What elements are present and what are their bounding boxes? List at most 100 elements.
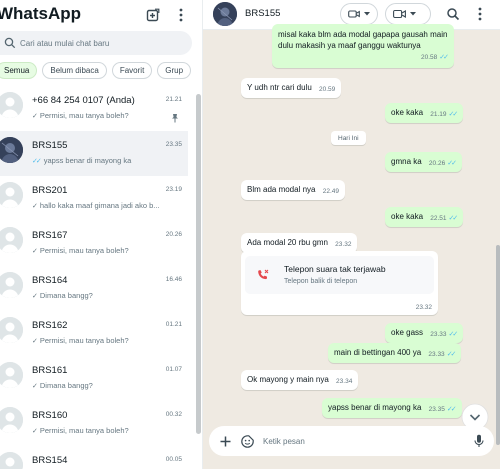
chat-name: BRS154	[32, 455, 68, 466]
double-check-icon: ✓✓	[446, 351, 457, 358]
chat-name: BRS164	[32, 275, 68, 286]
message-meta: 23.33 ✓✓	[428, 350, 457, 358]
message-bubble-outgoing[interactable]: oke kaka 22.51 ✓✓	[385, 207, 464, 227]
chat-preview: ✓ Dimana bangg?	[32, 381, 177, 390]
message-text: yapss benar di mayong ka	[328, 403, 422, 412]
filter-chip-groups[interactable]: Grup	[157, 62, 192, 79]
message-bubble-outgoing[interactable]: yapss benar di mayong ka 23.35 ✓✓	[322, 398, 462, 418]
message-text: Y udh ntr cari dulu	[247, 83, 312, 92]
message-time: 22.51	[430, 215, 447, 222]
message-time: 20.59	[319, 86, 336, 93]
chat-list-item[interactable]: BRS167 20.26 ✓ Permisi, mau tanya boleh?	[0, 221, 188, 266]
message-bubble-outgoing[interactable]: misal kaka blm ada modal gapapa gausah m…	[272, 24, 454, 68]
filter-chip-all[interactable]: Semua	[0, 62, 38, 79]
new-chat-icon	[146, 8, 160, 22]
double-check-icon: ✓✓	[439, 54, 449, 61]
chat-list-item[interactable]: BRS154 00.05	[0, 446, 188, 469]
default-avatar-icon	[0, 317, 23, 343]
chat-list-scrollbar[interactable]	[196, 94, 201, 434]
message-bubble-outgoing[interactable]: oke kaka 21.19 ✓✓	[385, 103, 464, 123]
message-bubble-incoming[interactable]: Y udh ntr cari dulu 20.59	[241, 78, 342, 98]
avatar[interactable]	[0, 92, 23, 118]
chat-list-item[interactable]: BRS162 01.21 ✓ Permisi, mau tanya boleh?	[0, 311, 188, 356]
message-meta: 22.49	[323, 188, 339, 195]
chat-list-item[interactable]: BRS155 23.35 ✓✓ yapss benar di mayong ka	[0, 131, 188, 176]
missed-call-title: Telepon suara tak terjawab	[284, 264, 386, 274]
check-icon: ✓	[32, 428, 38, 435]
chat-list-item[interactable]: BRS160 00.32 ✓ Permisi, mau tanya boleh?	[0, 401, 188, 446]
search-messages-button[interactable]	[444, 5, 462, 23]
avatar[interactable]	[0, 272, 23, 298]
attach-button[interactable]	[217, 433, 233, 449]
chat-list-item[interactable]: +66 84 254 0107 (Anda) 21.21 ✓ Permisi, mau…	[0, 86, 188, 131]
avatar[interactable]	[0, 137, 23, 163]
avatar[interactable]	[0, 362, 23, 388]
chat-preview-text: Permisi, mau tanya boleh?	[39, 426, 129, 435]
double-check-icon: ✓✓	[447, 160, 457, 167]
chat-list-item[interactable]: BRS201 23.19 ✓ hallo kaka maaf gimana jadi …	[0, 176, 188, 221]
chat-name: BRS201	[32, 185, 68, 196]
voice-call-dropdown[interactable]	[385, 3, 431, 25]
message-meta: 23.32	[335, 241, 351, 248]
message-composer	[203, 424, 500, 460]
missed-call-card[interactable]: Telepon suara tak terjawab Telepon balik…	[241, 251, 438, 315]
avatar[interactable]	[0, 407, 23, 433]
video-call-dropdown[interactable]	[340, 3, 378, 25]
chat-list-item[interactable]: BRS161 01.07 ✓ Dimana bangg?	[0, 356, 188, 401]
chat-preview: ✓ Permisi, mau tanya boleh?	[32, 246, 177, 255]
message-meta: 20.58 ✓✓	[420, 52, 449, 63]
message-bubble-outgoing[interactable]: gmna ka 20.26 ✓✓	[385, 152, 462, 172]
message-text: Ada modal 20 rbu gmn	[247, 238, 328, 247]
new-chat-button[interactable]	[143, 5, 163, 25]
contact-avatar[interactable]	[213, 2, 237, 26]
chat-name: BRS160	[32, 410, 68, 421]
message-bubble-incoming[interactable]: Blm ada modal nya 22.49	[241, 180, 345, 200]
message-bubble-outgoing[interactable]: main di bettingan 400 ya 23.33 ✓✓	[328, 343, 462, 363]
avatar[interactable]	[0, 227, 23, 253]
date-separator: Hari Ini	[331, 131, 366, 145]
chat-preview-text: Permisi, mau tanya boleh?	[39, 336, 129, 345]
chat-preview-text: Dimana bangg?	[39, 291, 93, 300]
message-bubble-incoming[interactable]: Ada modal 20 rbu gmn 23.32	[241, 233, 358, 253]
chat-preview-text: yapss benar di mayong ka	[43, 156, 132, 165]
chat-list-item[interactable]: BRS164 16.46 ✓ Dimana bangg?	[0, 266, 188, 311]
default-avatar-icon	[0, 362, 23, 388]
chat-name: BRS162	[32, 320, 68, 331]
missed-call-info[interactable]: Telepon suara tak terjawab Telepon balik…	[245, 256, 434, 294]
search-input[interactable]	[20, 35, 185, 51]
message-text: Blm ada modal nya	[247, 185, 316, 194]
message-text: misal kaka blm ada modal gapapa gausah m…	[278, 30, 448, 50]
contact-name[interactable]: BRS155	[245, 8, 280, 19]
message-input[interactable]	[263, 433, 453, 449]
default-avatar-icon	[0, 92, 23, 118]
default-avatar-icon	[0, 272, 23, 298]
message-meta: 23.34	[336, 378, 352, 385]
message-bubble-incoming[interactable]: Ok mayong y main nya 23.34	[241, 370, 359, 390]
filter-chip-unread[interactable]: Belum dibaca	[42, 62, 107, 79]
plus-icon	[220, 436, 230, 446]
chat-name: +66 84 254 0107 (Anda)	[32, 95, 135, 106]
message-area: misal kaka blm ada modal gapapa gausah m…	[203, 24, 500, 445]
chat-preview-text: hallo kaka maaf gimana jadi ako b...	[39, 201, 160, 210]
search-bar[interactable]	[0, 31, 192, 55]
call-back-link[interactable]: Telepon balik di telepon	[284, 278, 357, 285]
message-meta: 23.33 ✓✓	[430, 330, 458, 338]
conversation-menu-button[interactable]	[471, 5, 489, 23]
message-bubble-outgoing[interactable]: oke gass 23.33 ✓✓	[385, 323, 464, 343]
chat-list: +66 84 254 0107 (Anda) 21.21 ✓ Permisi, mau…	[0, 86, 202, 469]
chat-preview-text: Permisi, mau tanya boleh?	[39, 246, 129, 255]
message-time: 20.58	[420, 54, 438, 61]
avatar[interactable]	[0, 182, 23, 208]
chat-time: 21.21	[165, 96, 182, 103]
chat-list-panel: WhatsApp Semua Belu	[0, 0, 203, 469]
avatar[interactable]	[0, 317, 23, 343]
message-meta: 21.19 ✓✓	[430, 110, 458, 118]
chat-preview: ✓ Permisi, mau tanya boleh?	[32, 111, 177, 120]
voice-message-button[interactable]	[471, 433, 487, 449]
filter-chip-favorites[interactable]: Favorit	[111, 62, 153, 79]
avatar[interactable]	[0, 452, 23, 469]
chevron-down-icon	[364, 12, 370, 16]
message-scrollbar[interactable]	[496, 245, 500, 445]
menu-button[interactable]	[171, 5, 191, 25]
sticker-button[interactable]	[239, 433, 255, 449]
